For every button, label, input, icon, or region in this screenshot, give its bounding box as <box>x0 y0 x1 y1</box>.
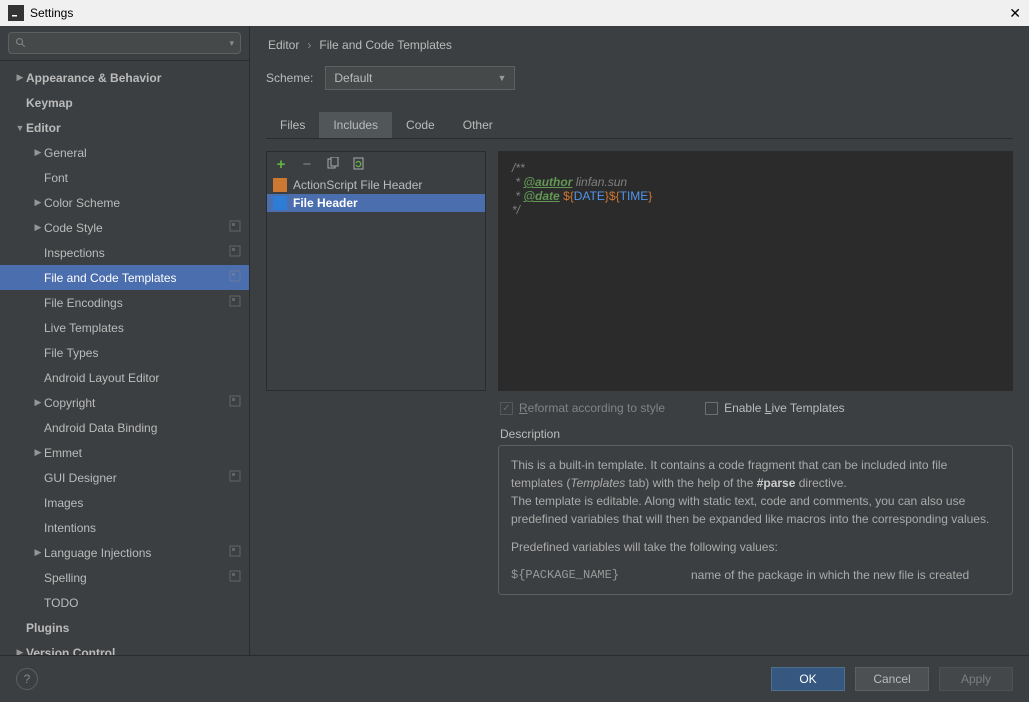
chevron-right-icon: › <box>307 38 311 52</box>
sidebar-item-editor[interactable]: ▼Editor <box>0 115 249 140</box>
arrow-icon: ▶ <box>32 147 44 158</box>
sidebar-item-color-scheme[interactable]: ▶Color Scheme <box>0 190 249 215</box>
sidebar-item-version-control[interactable]: ▶Version Control <box>0 640 249 655</box>
template-item-actionscript-file-header[interactable]: ActionScript File Header <box>267 176 485 194</box>
arrow-icon: ▶ <box>14 72 26 83</box>
sidebar-item-file-types[interactable]: File Types <box>0 340 249 365</box>
sidebar-item-keymap[interactable]: Keymap <box>0 90 249 115</box>
sidebar-item-font[interactable]: Font <box>0 165 249 190</box>
sidebar-item-images[interactable]: Images <box>0 490 249 515</box>
sidebar-item-file-and-code-templates[interactable]: File and Code Templates <box>0 265 249 290</box>
sidebar: ▾ ▶Appearance & BehaviorKeymap▼Editor▶Ge… <box>0 26 250 655</box>
sidebar-item-spelling[interactable]: Spelling <box>0 565 249 590</box>
apply-button[interactable]: Apply <box>939 667 1013 691</box>
chevron-down-icon: ▼ <box>497 73 506 83</box>
file-icon <box>273 178 287 192</box>
template-item-file-header[interactable]: File Header <box>267 194 485 212</box>
scope-icon <box>229 395 241 410</box>
remove-icon[interactable]: − <box>299 156 315 172</box>
sidebar-item-copyright[interactable]: ▶Copyright <box>0 390 249 415</box>
arrow-icon: ▶ <box>32 222 44 233</box>
copy-icon[interactable] <box>325 156 341 172</box>
scope-icon <box>229 270 241 285</box>
arrow-icon: ▶ <box>32 547 44 558</box>
sidebar-item-android-data-binding[interactable]: Android Data Binding <box>0 415 249 440</box>
description-text[interactable]: This is a built-in template. It contains… <box>498 445 1013 595</box>
refresh-icon[interactable] <box>351 156 367 172</box>
tab-other[interactable]: Other <box>449 112 507 138</box>
sidebar-item-inspections[interactable]: Inspections <box>0 240 249 265</box>
ok-button[interactable]: OK <box>771 667 845 691</box>
sidebar-item-todo[interactable]: TODO <box>0 590 249 615</box>
sidebar-item-code-style[interactable]: ▶Code Style <box>0 215 249 240</box>
breadcrumb-editor[interactable]: Editor <box>268 38 299 52</box>
tab-includes[interactable]: Includes <box>319 112 392 138</box>
window-title: Settings <box>30 6 73 20</box>
scheme-select[interactable]: Default ▼ <box>325 66 515 90</box>
scope-icon <box>229 245 241 260</box>
sidebar-item-plugins[interactable]: Plugins <box>0 615 249 640</box>
scope-icon <box>229 295 241 310</box>
tab-files[interactable]: Files <box>266 112 319 138</box>
cancel-button[interactable]: Cancel <box>855 667 929 691</box>
breadcrumb: Editor › File and Code Templates <box>266 38 1013 52</box>
help-icon[interactable]: ? <box>16 668 38 690</box>
sidebar-item-file-encodings[interactable]: File Encodings <box>0 290 249 315</box>
search-input[interactable]: ▾ <box>8 32 241 54</box>
enable-live-templates-checkbox[interactable]: Enable Live Templates <box>705 401 845 415</box>
reformat-checkbox: Reformat according to style <box>500 401 665 415</box>
search-icon <box>15 37 27 49</box>
close-icon[interactable]: ✕ <box>1009 5 1021 22</box>
titlebar: Settings ✕ <box>0 0 1029 26</box>
scheme-label: Scheme: <box>266 71 313 85</box>
sidebar-item-live-templates[interactable]: Live Templates <box>0 315 249 340</box>
arrow-icon: ▶ <box>32 197 44 208</box>
sidebar-item-emmet[interactable]: ▶Emmet <box>0 440 249 465</box>
arrow-icon: ▶ <box>32 447 44 458</box>
app-icon <box>8 5 24 21</box>
sidebar-item-gui-designer[interactable]: GUI Designer <box>0 465 249 490</box>
arrow-icon: ▶ <box>14 647 26 655</box>
code-editor[interactable]: /** * @author linfan.sun * @date ${DATE}… <box>498 151 1013 391</box>
breadcrumb-current: File and Code Templates <box>319 38 452 52</box>
sidebar-item-appearance-behavior[interactable]: ▶Appearance & Behavior <box>0 65 249 90</box>
scope-icon <box>229 470 241 485</box>
chevron-down-icon[interactable]: ▾ <box>229 38 234 49</box>
sidebar-item-language-injections[interactable]: ▶Language Injections <box>0 540 249 565</box>
tab-code[interactable]: Code <box>392 112 449 138</box>
scope-icon <box>229 570 241 585</box>
scope-icon <box>229 220 241 235</box>
sidebar-item-intentions[interactable]: Intentions <box>0 515 249 540</box>
file-icon <box>273 196 287 210</box>
arrow-icon: ▶ <box>32 397 44 408</box>
sidebar-item-general[interactable]: ▶General <box>0 140 249 165</box>
sidebar-item-android-layout-editor[interactable]: Android Layout Editor <box>0 365 249 390</box>
scope-icon <box>229 545 241 560</box>
description-label: Description <box>266 425 1013 445</box>
arrow-icon: ▼ <box>14 123 26 133</box>
add-icon[interactable]: + <box>273 156 289 172</box>
